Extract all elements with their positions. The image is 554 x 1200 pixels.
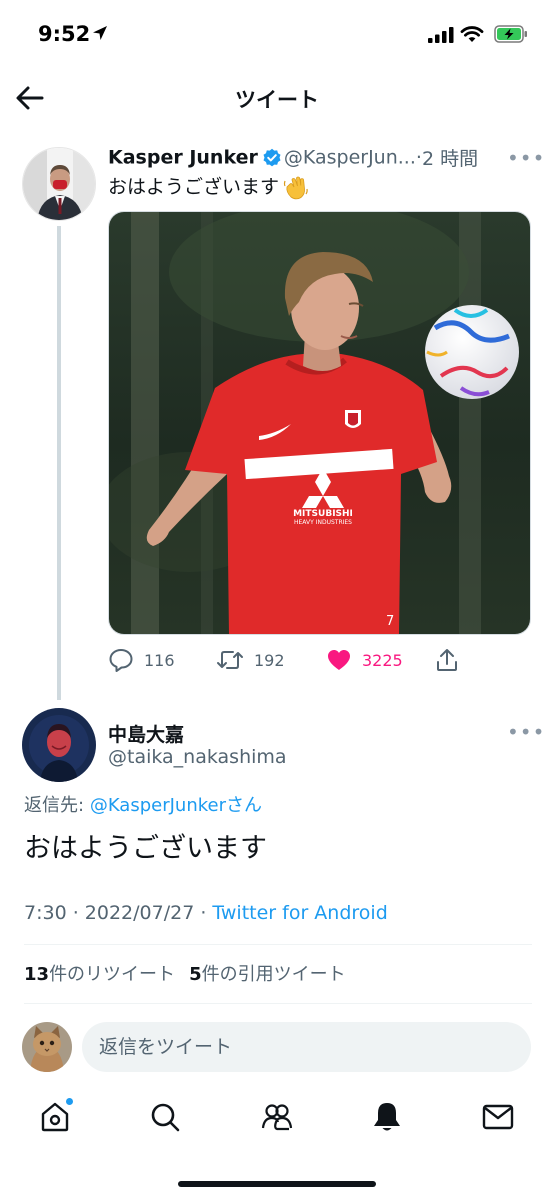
home-indicator <box>178 1181 376 1187</box>
reply-meta: 7:30 · 2022/07/27 · Twitter for Android <box>24 902 388 924</box>
tweet-text-content: おはようございます <box>108 176 280 198</box>
communities-icon <box>261 1104 293 1131</box>
location-arrow-icon <box>93 26 107 40</box>
share-icon <box>437 649 457 671</box>
top-bar: ツイート <box>0 70 554 128</box>
like-button[interactable]: 3225 <box>326 644 403 676</box>
reply-source-link[interactable]: Twitter for Android <box>212 902 387 924</box>
tweet-media-photo[interactable]: MITSUBISHI HEAVY INDUSTRIES 7 <box>108 211 531 635</box>
tab-home[interactable] <box>38 1097 74 1134</box>
thread-line <box>57 226 61 700</box>
retweet-icon <box>217 651 243 669</box>
wifi-icon <box>460 26 484 42</box>
like-count: 3225 <box>362 650 403 670</box>
status-time: 9:52 <box>38 22 91 46</box>
avatar-taika-nakashima[interactable] <box>22 708 96 782</box>
retweets-stat[interactable]: 13件のリツイート <box>24 964 175 985</box>
my-avatar[interactable] <box>22 1022 72 1072</box>
jersey-sponsor-subtext: HEAVY INDUSTRIES <box>294 519 352 526</box>
quotes-label: 件の引用ツイート <box>201 964 346 985</box>
reply-author-name[interactable]: 中島大嘉 <box>108 720 184 747</box>
battery-charging-icon <box>494 25 527 43</box>
quotes-stat[interactable]: 5件の引用ツイート <box>189 964 346 985</box>
reply-author-handle[interactable]: @taika_nakashima <box>108 746 287 768</box>
more-options-button[interactable]: ••• <box>507 146 545 170</box>
notifications-icon <box>374 1103 400 1131</box>
tweet-text: おはようございます <box>108 172 309 201</box>
author-handle[interactable]: @KasperJun... <box>284 147 416 169</box>
verified-badge-icon <box>263 148 281 166</box>
bottom-tab-bar <box>0 1090 554 1150</box>
retweets-label: 件のリツイート <box>49 964 176 985</box>
jersey-sponsor-text: MITSUBISHI <box>293 509 353 519</box>
reply-timestamp[interactable]: 7:30 · 2022/07/27 · <box>24 902 206 924</box>
tab-communities[interactable] <box>260 1100 294 1134</box>
status-bar: 9:52 <box>0 0 554 70</box>
reply-button[interactable]: 116 <box>108 644 175 676</box>
tab-notifications[interactable] <box>370 1100 404 1134</box>
divider <box>24 944 532 945</box>
share-button[interactable] <box>434 644 460 676</box>
avatar-kasper-junker[interactable] <box>22 147 96 221</box>
divider <box>24 1003 532 1004</box>
reply-compose-input[interactable]: 返信をツイート <box>82 1022 531 1072</box>
reply-count: 116 <box>144 650 175 670</box>
search-icon <box>151 1103 180 1132</box>
author-name[interactable]: Kasper Junker <box>108 147 258 169</box>
messages-icon <box>482 1104 514 1130</box>
jersey-number: 7 <box>386 614 394 629</box>
tweet-actions: 116 192 3225 <box>108 644 538 676</box>
tweet-time[interactable]: 2 時間 <box>422 148 478 170</box>
replying-to-prefix: 返信先: <box>24 795 85 816</box>
retweets-number: 13 <box>24 964 50 985</box>
quotes-number: 5 <box>189 964 202 985</box>
retweet-count: 192 <box>254 650 285 670</box>
tab-messages[interactable] <box>481 1100 515 1134</box>
heart-filled-icon <box>328 650 350 670</box>
page-title: ツイート <box>235 88 319 112</box>
replying-to-suffix[interactable]: さん <box>226 795 262 816</box>
reply-icon <box>109 649 133 672</box>
home-notification-dot <box>65 1097 74 1106</box>
waving-hand-icon <box>283 176 308 199</box>
reply-stats: 13件のリツイート 5件の引用ツイート <box>24 960 346 986</box>
replying-to-mention[interactable]: @KasperJunker <box>90 795 226 816</box>
tweet-header: Kasper Junker @KasperJun...·2 時間 <box>108 144 538 172</box>
retweet-button[interactable]: 192 <box>216 644 285 676</box>
reply-text: おはようございます <box>24 833 267 864</box>
signal-icon <box>428 27 454 43</box>
replying-to: 返信先: @KasperJunkerさん <box>24 791 262 817</box>
tab-search[interactable] <box>148 1100 182 1134</box>
reply-more-options-button[interactable]: ••• <box>507 720 545 744</box>
